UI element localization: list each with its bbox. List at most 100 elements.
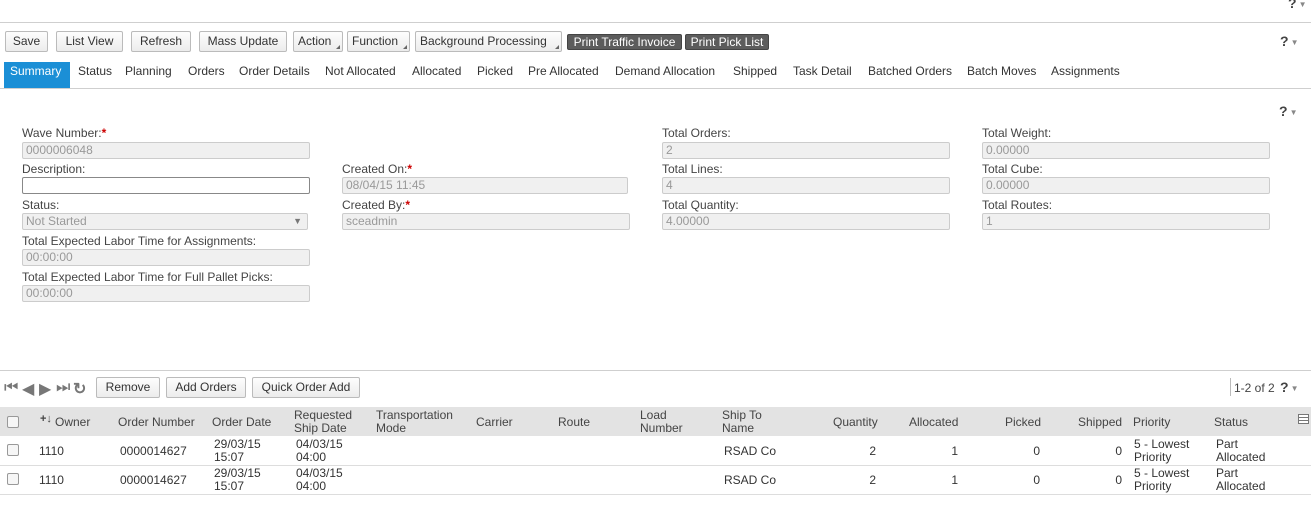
tab-summary[interactable]: Summary xyxy=(4,62,70,88)
prev-page-icon[interactable]: ◀ xyxy=(22,379,34,399)
col-status[interactable]: Status xyxy=(1214,416,1248,429)
dropdown-arrow-icon: ▼ xyxy=(293,216,302,226)
select-all-checkbox[interactable] xyxy=(7,416,19,428)
divider xyxy=(0,22,1311,23)
col-picked[interactable]: Picked xyxy=(1005,416,1041,429)
created-by-field: sceadmin xyxy=(342,213,630,230)
col-carrier[interactable]: Carrier xyxy=(476,416,513,429)
status-value: Not Started xyxy=(26,214,87,228)
cell-shipped: 0 xyxy=(1115,444,1122,458)
col-load-number[interactable]: Load Number xyxy=(640,409,683,435)
col-requested-ship-date[interactable]: Requested Ship Date xyxy=(294,409,352,435)
divider xyxy=(0,88,1311,89)
tab-order-details[interactable]: Order Details xyxy=(239,62,310,88)
save-button[interactable]: Save xyxy=(5,31,48,52)
created-on-field: 08/04/15 11:45 xyxy=(342,177,628,194)
col-quantity[interactable]: Quantity xyxy=(833,416,878,429)
tab-allocated[interactable]: Allocated xyxy=(412,62,461,88)
tab-status[interactable]: Status xyxy=(78,62,112,88)
help-label: ? xyxy=(1288,0,1297,11)
first-page-icon[interactable]: ⏮ xyxy=(4,379,18,397)
last-page-icon[interactable]: ⏭ xyxy=(56,379,70,397)
total-weight-label: Total Weight: xyxy=(982,126,1052,140)
labor-pallet-field: 00:00:00 xyxy=(22,285,310,302)
cell-ship-date: 04/03/15 04:00 xyxy=(296,437,343,464)
help-icon[interactable]: ? ▼ xyxy=(1280,33,1298,49)
tab-assignments[interactable]: Assignments xyxy=(1051,62,1120,88)
cell-order-number: 0000014627 xyxy=(120,473,187,487)
col-order-number[interactable]: Order Number xyxy=(118,416,195,429)
cell-status: Part Allocated xyxy=(1216,437,1266,464)
help-icon[interactable]: ? ▼ xyxy=(1280,379,1298,395)
help-icon[interactable]: ? ▼ xyxy=(1288,0,1306,11)
total-quantity-label: Total Quantity: xyxy=(662,198,739,212)
tab-picked[interactable]: Picked xyxy=(477,62,513,88)
sort-icon[interactable]: +↓ xyxy=(40,413,52,426)
tab-not-allocated[interactable]: Not Allocated xyxy=(325,62,396,88)
refresh-icon[interactable]: ↻ xyxy=(73,379,86,399)
cell-ship-to: RSAD Co xyxy=(724,473,777,487)
cell-allocated: 1 xyxy=(951,473,958,487)
paging-status: 1-2 of 2 xyxy=(1234,381,1275,395)
print-pick-list-button[interactable]: Print Pick List xyxy=(685,34,769,50)
chevron-down-icon: ▼ xyxy=(1298,0,1307,9)
function-dropdown[interactable]: Function xyxy=(347,31,410,52)
description-input[interactable] xyxy=(22,177,310,194)
tab-demand-allocation[interactable]: Demand Allocation xyxy=(615,62,715,88)
mass-update-button[interactable]: Mass Update xyxy=(199,31,287,52)
cell-picked: 0 xyxy=(1033,473,1040,487)
tab-batched-orders[interactable]: Batched Orders xyxy=(868,62,952,88)
col-allocated[interactable]: Allocated xyxy=(909,416,958,429)
cell-order-number: 0000014627 xyxy=(120,444,187,458)
cell-status: Part Allocated xyxy=(1216,466,1266,493)
status-label: Status: xyxy=(22,198,60,212)
total-routes-field: 1 xyxy=(982,213,1270,230)
list-view-button[interactable]: List View xyxy=(56,31,123,52)
col-order-date[interactable]: Order Date xyxy=(212,416,271,429)
created-by-label: Created By:* xyxy=(342,198,411,212)
tab-planning[interactable]: Planning xyxy=(125,62,172,88)
add-orders-button[interactable]: Add Orders xyxy=(166,377,246,398)
action-dropdown[interactable]: Action xyxy=(293,31,343,52)
cell-ship-to: RSAD Co xyxy=(724,444,777,458)
cell-picked: 0 xyxy=(1033,444,1040,458)
col-ship-to-name[interactable]: Ship To Name xyxy=(722,409,762,435)
tab-shipped[interactable]: Shipped xyxy=(733,62,777,88)
col-shipped[interactable]: Shipped xyxy=(1078,416,1122,429)
help-icon[interactable]: ? ▼ xyxy=(1279,103,1297,119)
quick-order-add-button[interactable]: Quick Order Add xyxy=(252,377,360,398)
refresh-button[interactable]: Refresh xyxy=(131,31,191,52)
tab-task-detail[interactable]: Task Detail xyxy=(793,62,852,88)
column-chooser-icon[interactable] xyxy=(1298,414,1309,424)
cell-allocated: 1 xyxy=(951,444,958,458)
print-traffic-invoice-button[interactable]: Print Traffic Invoice xyxy=(567,34,682,50)
labor-pallet-label: Total Expected Labor Time for Full Palle… xyxy=(22,270,273,284)
background-processing-dropdown[interactable]: Background Processing xyxy=(415,31,562,52)
chevron-down-icon: ▼ xyxy=(1289,107,1298,117)
tab-batch-moves[interactable]: Batch Moves xyxy=(967,62,1036,88)
labor-assignments-field: 00:00:00 xyxy=(22,249,310,266)
help-label: ? xyxy=(1279,103,1288,119)
row-divider xyxy=(0,465,1311,466)
divider xyxy=(0,370,1311,371)
col-route[interactable]: Route xyxy=(558,416,590,429)
cell-owner: 1110 xyxy=(39,444,64,458)
cell-shipped: 0 xyxy=(1115,473,1122,487)
row-checkbox[interactable] xyxy=(7,444,19,456)
col-priority[interactable]: Priority xyxy=(1133,416,1170,429)
remove-button[interactable]: Remove xyxy=(96,377,160,398)
tab-orders[interactable]: Orders xyxy=(188,62,225,88)
row-divider xyxy=(0,494,1311,495)
row-checkbox[interactable] xyxy=(7,473,19,485)
cell-quantity: 2 xyxy=(869,444,876,458)
status-select[interactable]: Not Started ▼ xyxy=(22,213,308,230)
cell-priority: 5 - Lowest Priority xyxy=(1134,466,1190,493)
total-cube-field: 0.00000 xyxy=(982,177,1270,194)
help-label: ? xyxy=(1280,379,1289,395)
chevron-down-icon: ▼ xyxy=(1290,383,1299,393)
next-page-icon[interactable]: ▶ xyxy=(39,379,51,399)
col-transportation-mode[interactable]: Transportation Mode xyxy=(376,409,453,435)
tab-pre-allocated[interactable]: Pre Allocated xyxy=(528,62,599,88)
col-owner[interactable]: Owner xyxy=(55,416,90,429)
total-quantity-field: 4.00000 xyxy=(662,213,950,230)
